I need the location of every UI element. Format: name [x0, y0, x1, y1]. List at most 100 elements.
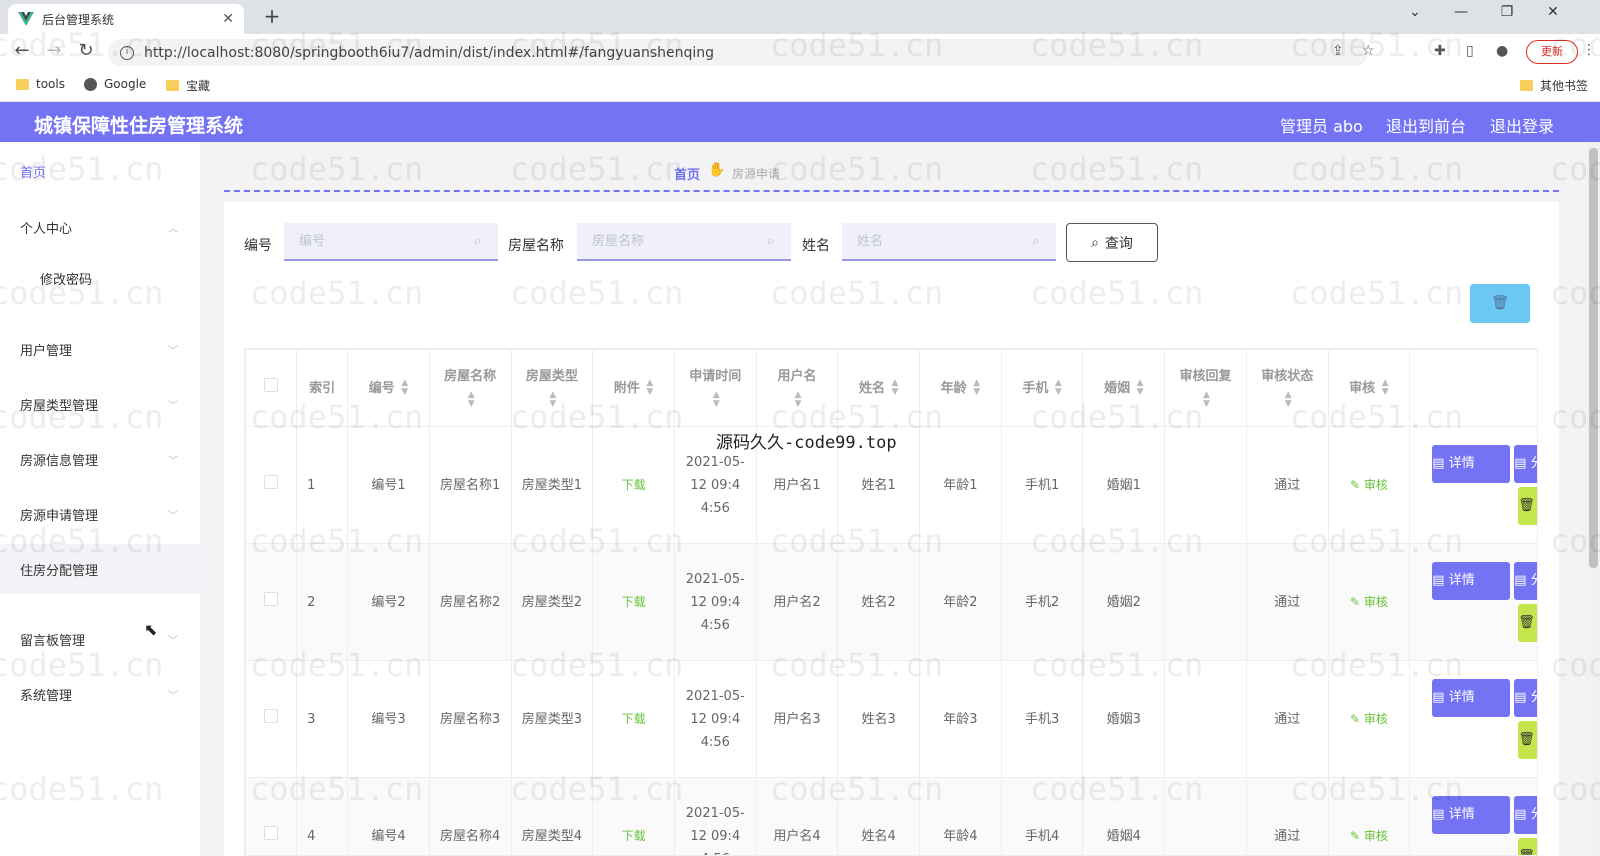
delete-button[interactable]: 🗑 删 [1518, 604, 1537, 642]
bookmark-tools[interactable]: tools [16, 77, 65, 91]
allocate-button[interactable]: ▤ 分 [1514, 562, 1537, 600]
cell-attachment[interactable]: 下载 [592, 660, 675, 778]
col-header[interactable]: 年龄 ▲ ▼ [919, 349, 1002, 427]
forward-icon[interactable]: → [42, 40, 66, 61]
cell-reply [1164, 426, 1247, 544]
detail-button[interactable]: ▤ 详情 [1432, 445, 1511, 483]
bookmark-baozang[interactable]: 宝藏 [166, 77, 210, 94]
cell-code: 编号2 [347, 543, 430, 661]
site-info-icon[interactable]: i [120, 45, 134, 60]
share-icon[interactable]: ⇪ [1332, 43, 1344, 59]
cell-index: 1 [296, 426, 349, 544]
sidebar-item-users[interactable]: 用户管理 ﹀ [0, 324, 200, 374]
close-window-button[interactable]: ✕ [1530, 4, 1576, 20]
sidebar-item-change-password[interactable]: 修改密码 [0, 253, 200, 303]
applications-table: 索引 编号 ▲ ▼ 房屋名称 ▲ ▼ 房屋类型 ▲ ▼ 附件 ▲ ▼ 申请时间 ▲ ▼ 用户名 ▲… [244, 348, 1538, 856]
search-icon: ⌕ [1032, 234, 1040, 249]
delete-button[interactable]: 🗑 删 [1518, 838, 1537, 855]
cell-attachment[interactable]: 下载 [592, 426, 675, 544]
folder-icon [16, 78, 29, 90]
col-header[interactable]: 婚姻 ▲ ▼ [1082, 349, 1166, 427]
query-button[interactable]: ⌕ 查询 [1066, 223, 1158, 262]
logout-link[interactable]: 退出登录 [1490, 113, 1554, 137]
col-header[interactable]: 编号 ▲ ▼ [347, 349, 430, 427]
col-header[interactable]: 审核回复 ▲ ▼ [1164, 349, 1247, 427]
batch-delete-button[interactable]: 🗑 [1470, 284, 1530, 323]
delete-button[interactable]: 🗑 删 [1518, 721, 1537, 759]
detail-button[interactable]: ▤ 详情 [1432, 679, 1511, 717]
extensions-icon[interactable]: ✚ [1434, 43, 1446, 59]
cell-audit[interactable]: ✎ 审核 [1327, 660, 1411, 778]
cell-reply [1164, 777, 1247, 855]
browser-tab[interactable]: 后台管理系统 ✕ [8, 4, 244, 34]
allocate-button[interactable]: ▤ 分 [1514, 445, 1537, 483]
col-header[interactable]: 审核状态 ▲ ▼ [1245, 349, 1329, 427]
col-header[interactable]: 用户名 ▲ ▼ [755, 349, 839, 427]
col-header[interactable]: 房屋类型 ▲ ▼ [510, 349, 594, 427]
cell-attachment[interactable]: 下载 [592, 543, 675, 661]
page-scrollbar[interactable] [1587, 142, 1600, 856]
browser-menu-icon[interactable]: ⋮ [1582, 42, 1596, 58]
cell-house-type: 房屋类型3 [510, 660, 594, 778]
cell-audit[interactable]: ✎ 审核 [1327, 777, 1411, 855]
select-all-checkbox[interactable] [245, 349, 298, 427]
house-name-search-input[interactable] [577, 223, 791, 261]
profile-icon[interactable]: ● [1496, 43, 1508, 59]
code-search-input[interactable] [284, 223, 498, 261]
sidebar-item-house-types[interactable]: 房屋类型管理 ﹀ [0, 379, 200, 429]
sidebar-item-house-info[interactable]: 房源信息管理 ﹀ [0, 434, 200, 484]
col-header[interactable]: 手机 ▲ ▼ [1000, 349, 1084, 427]
url-bar[interactable]: i http://localhost:8080/springbooth6iu7/… [108, 39, 1375, 66]
back-icon[interactable]: ← [10, 40, 34, 61]
detail-button[interactable]: ▤ 详情 [1432, 562, 1511, 600]
col-header[interactable]: 房屋名称 ▲ ▼ [428, 349, 512, 427]
sidebar-item-system[interactable]: 系统管理 ﹀ [0, 669, 200, 719]
new-tab-button[interactable]: + [260, 4, 284, 28]
name-search-input[interactable] [842, 223, 1056, 261]
row-checkbox[interactable] [245, 777, 298, 855]
cell-apply-time: 2021-05-12 09:44:56 [673, 543, 757, 661]
edit-icon: ✎ [1349, 828, 1361, 843]
col-header: 索引 [296, 349, 349, 427]
minimize-button[interactable]: — [1438, 4, 1484, 20]
cell-audit[interactable]: ✎ 审核 [1327, 426, 1411, 544]
col-header[interactable]: 申请时间 ▲ ▼ [673, 349, 757, 427]
chevron-up-icon: ︿ [168, 223, 178, 235]
sidebar-item-personal-center[interactable]: 个人中心 ︿ [0, 202, 200, 252]
side-panel-icon[interactable]: ▯ [1466, 43, 1474, 59]
col-header[interactable]: 审核 ▲ ▼ [1327, 349, 1411, 427]
row-checkbox[interactable] [245, 543, 298, 661]
update-button[interactable]: 更新 [1526, 40, 1578, 64]
chevron-down-icon: ﹀ [168, 635, 178, 647]
reload-icon[interactable]: ↻ [74, 40, 98, 61]
bookmark-google[interactable]: Google [84, 77, 146, 91]
row-checkbox[interactable] [245, 660, 298, 778]
row-checkbox[interactable] [245, 426, 298, 544]
cell-audit[interactable]: ✎ 审核 [1327, 543, 1411, 661]
col-header[interactable]: 附件 ▲ ▼ [592, 349, 675, 427]
delete-button[interactable]: 🗑 删 [1518, 487, 1537, 525]
cell-attachment[interactable]: 下载 [592, 777, 675, 855]
other-bookmarks[interactable]: 其他书签 [1520, 77, 1588, 94]
sidebar-item-housing-allocation[interactable]: 住房分配管理 [0, 544, 200, 594]
allocate-button[interactable]: ▤ 分 [1514, 796, 1537, 834]
bookmark-star-icon[interactable]: ☆ [1362, 43, 1375, 59]
sidebar: 首页 个人中心 ︿ 修改密码 用户管理 ﹀ 房屋类型管理 ﹀ 房源信息管理 ﹀ 房源申请… [0, 142, 200, 856]
col-header[interactable]: 姓名 ▲ ▼ [837, 349, 921, 427]
tab-search-icon[interactable]: ⌄ [1392, 4, 1438, 20]
breadcrumb-home[interactable]: 首页 [674, 164, 700, 183]
download-link: 下载 [621, 711, 646, 726]
allocate-button[interactable]: ▤ 分 [1514, 679, 1537, 717]
sidebar-item-home[interactable]: 首页 [0, 146, 200, 196]
back-to-front-link[interactable]: 退出到前台 [1386, 113, 1466, 137]
close-tab-icon[interactable]: ✕ [222, 11, 234, 27]
chevron-down-icon: ﹀ [168, 455, 178, 467]
house-name-label: 房屋名称 [508, 238, 564, 254]
sidebar-item-house-applications[interactable]: 房源申请管理 ﹀ [0, 489, 200, 539]
maximize-button[interactable]: ❐ [1484, 4, 1530, 20]
edit-icon: ✎ [1349, 594, 1361, 609]
cell-marriage: 婚姻3 [1082, 660, 1166, 778]
scrollbar-thumb[interactable] [1589, 148, 1598, 568]
detail-button[interactable]: ▤ 详情 [1432, 796, 1511, 834]
sidebar-item-message-board[interactable]: 留言板管理 ﹀ [0, 614, 200, 664]
